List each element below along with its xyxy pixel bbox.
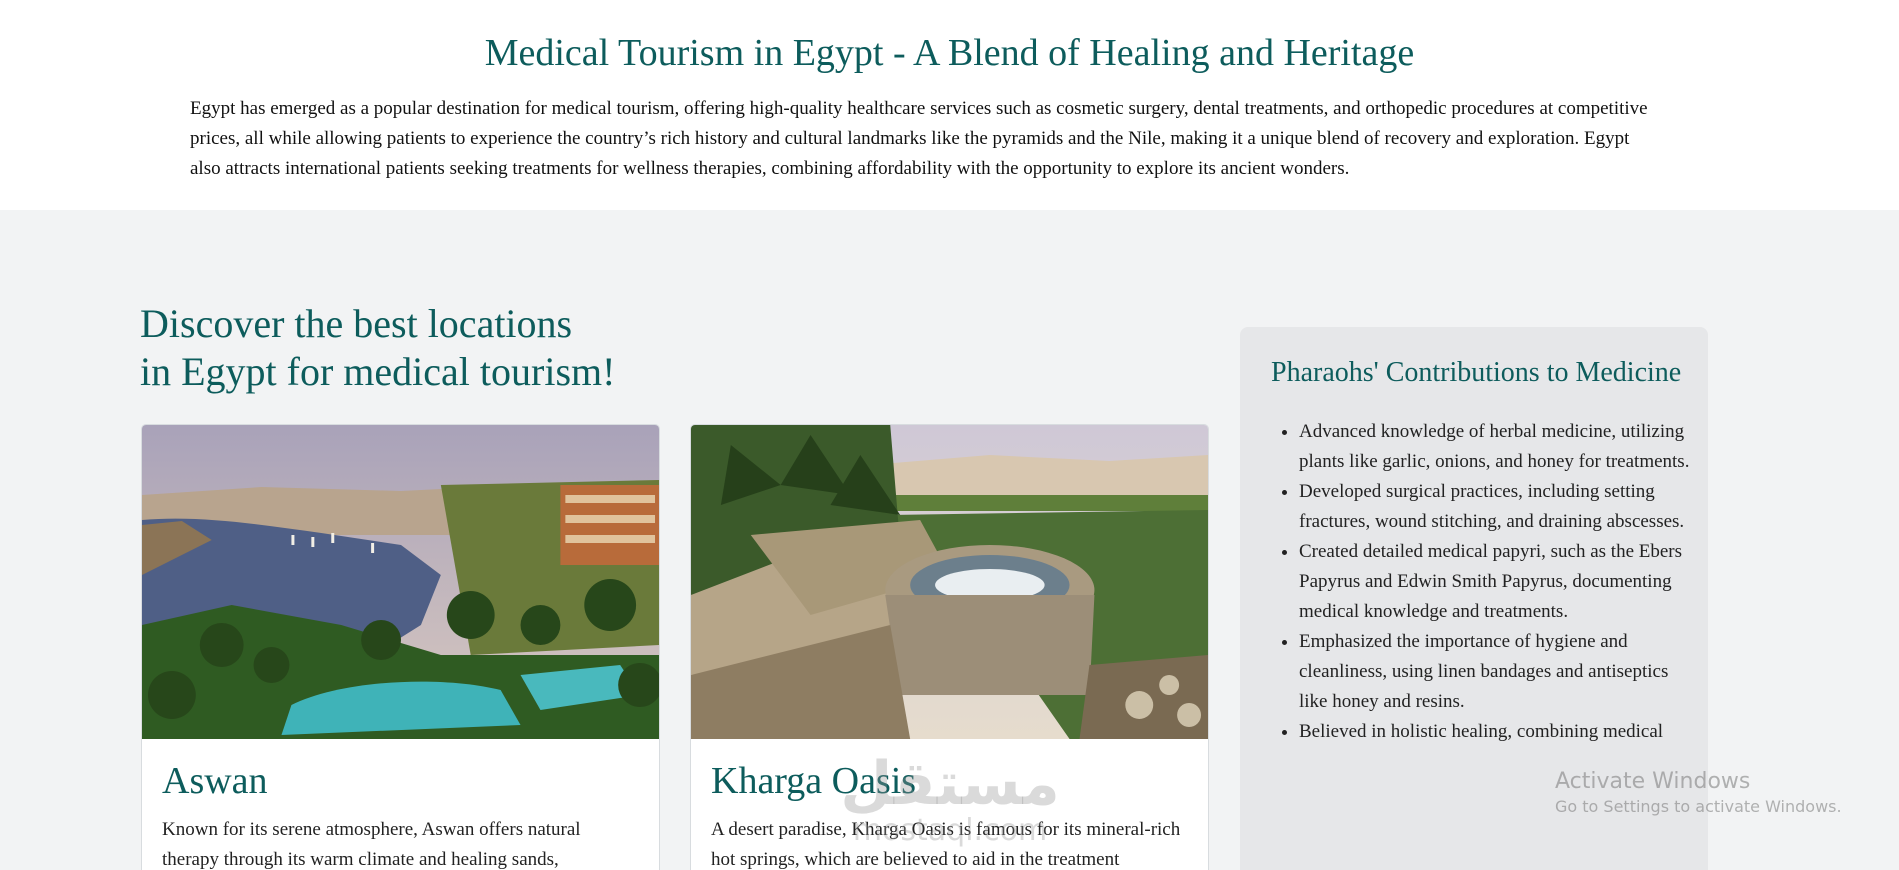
sidebar-title: Pharaohs' Contributions to Medicine [1271,357,1682,388]
aswan-photo [142,425,659,739]
location-card-aswan[interactable]: Aswan Known for its serene atmosphere, A… [141,424,660,870]
discover-heading-line2: in Egypt for medical tourism! [140,349,616,394]
locations-section: Discover the best locations in Egypt for… [0,210,1899,870]
discover-heading-line1: Discover the best locations [140,301,573,346]
list-item: Advanced knowledge of herbal medicine, u… [1299,417,1690,477]
list-item: Believed in holistic healing, combining … [1299,717,1690,747]
card-description: Known for its serene atmosphere, Aswan o… [162,819,581,870]
kharga-oasis-photo [691,425,1208,739]
page-title: Medical Tourism in Egypt - A Blend of He… [484,32,1415,74]
pharaohs-contributions-panel: Pharaohs' Contributions to Medicine Adva… [1240,327,1708,870]
card-title[interactable]: Kharga Oasis [711,759,1188,803]
list-item: Developed surgical practices, including … [1299,477,1690,537]
card-body: Kharga Oasis A desert paradise, Kharga O… [691,739,1208,870]
list-item: Created detailed medical papyri, such as… [1299,537,1690,627]
intro-paragraph: Egypt has emerged as a popular destinati… [190,98,1648,179]
discover-heading: Discover the best locations in Egypt for… [140,300,615,396]
card-title[interactable]: Aswan [162,759,639,803]
card-body: Aswan Known for its serene atmosphere, A… [142,739,659,870]
card-description: A desert paradise, Kharga Oasis is famou… [711,819,1181,870]
intro-section: Medical Tourism in Egypt - A Blend of He… [0,0,1899,210]
contributions-list: Advanced knowledge of herbal medicine, u… [1271,417,1690,747]
location-card-kharga-oasis[interactable]: Kharga Oasis A desert paradise, Kharga O… [690,424,1209,870]
list-item: Emphasized the importance of hygiene and… [1299,627,1690,717]
